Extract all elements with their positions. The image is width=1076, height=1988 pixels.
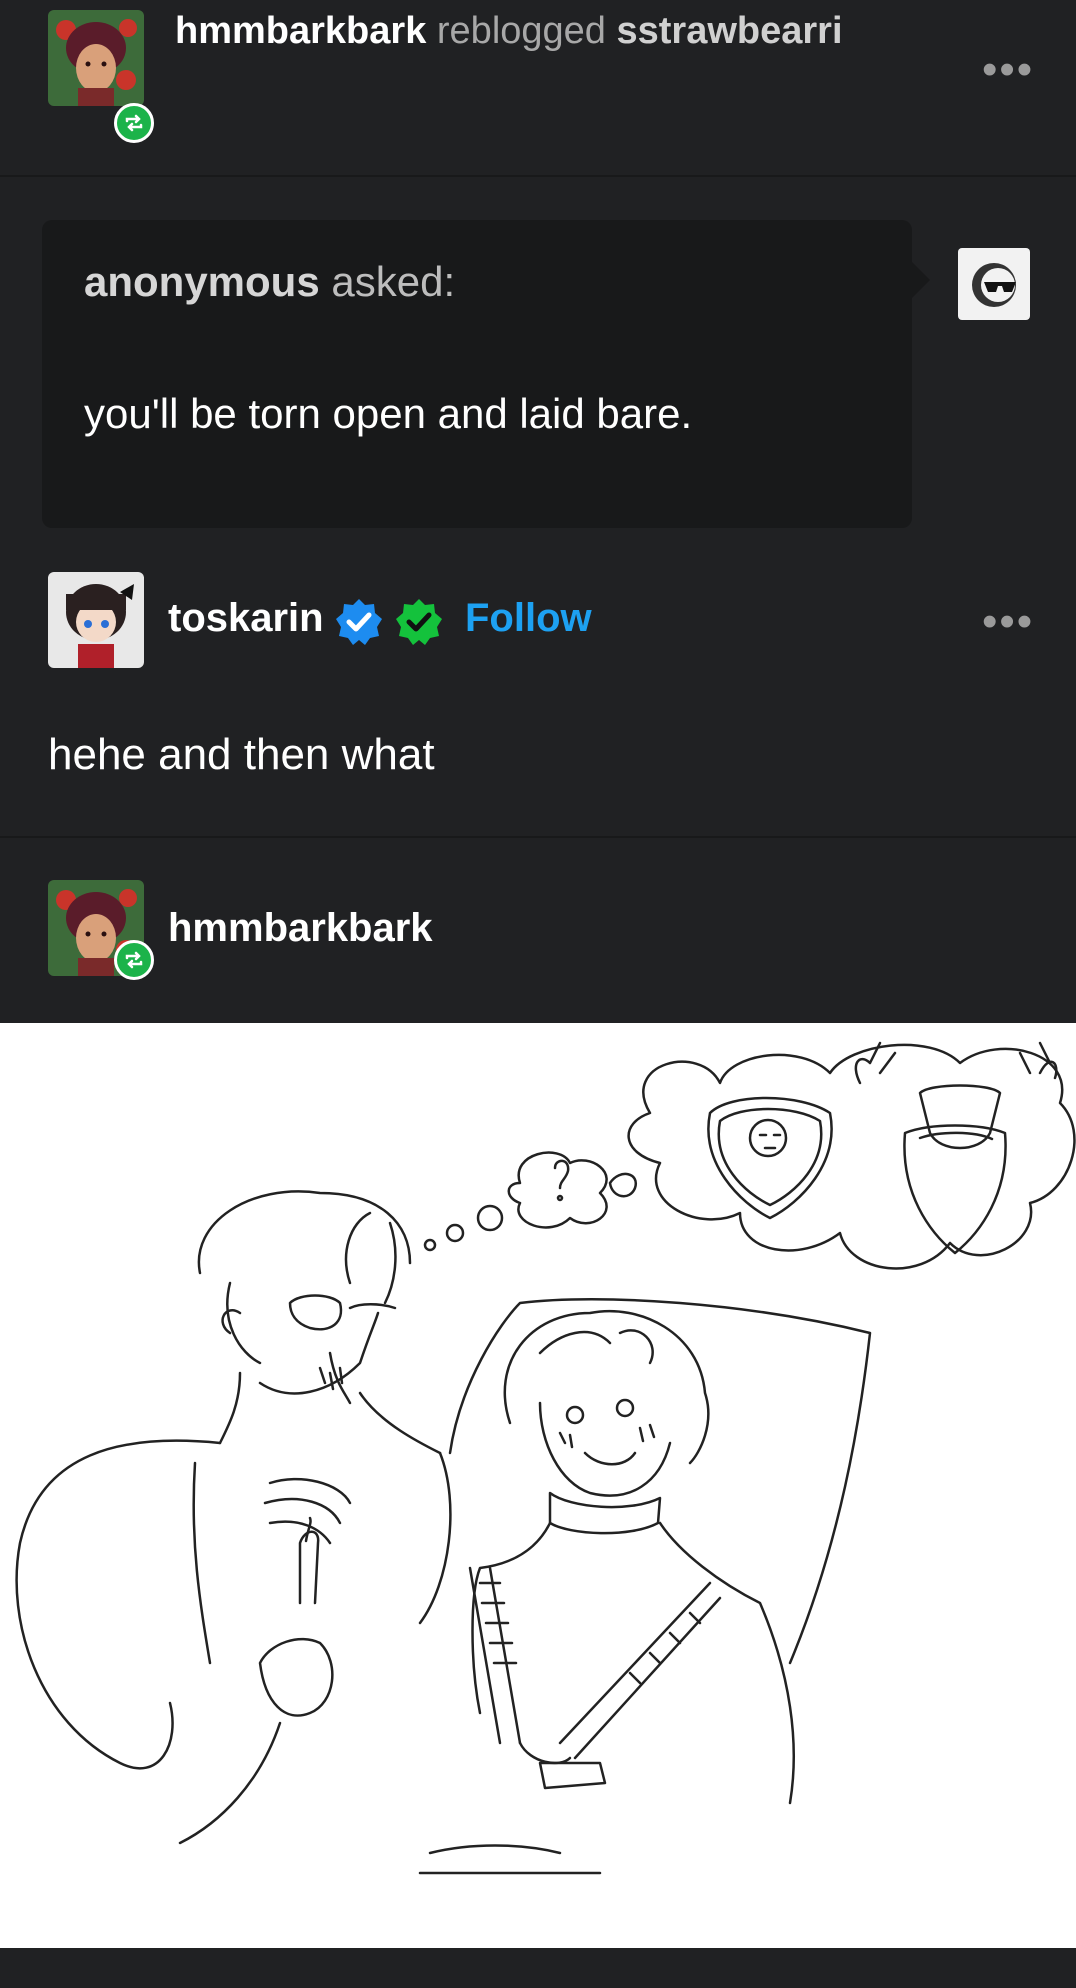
bottom-bar [0, 1948, 1076, 1988]
ask-header: anonymous asked: [84, 258, 455, 306]
divider [0, 836, 1076, 838]
reblog-username[interactable]: hmmbarkbark [168, 906, 433, 951]
sunglasses-icon [958, 248, 1030, 320]
avatar[interactable] [48, 572, 144, 668]
reblog-icon [114, 940, 154, 980]
verified-green-icon [394, 597, 444, 647]
reblogger-username[interactable]: hmmbarkbark [175, 10, 426, 52]
verified-blue-icon [334, 597, 384, 647]
answer-username[interactable]: toskarin [168, 596, 324, 641]
ask-question: you'll be torn open and laid bare. [84, 390, 693, 437]
reblogged-label: reblogged [436, 10, 606, 52]
post-body: hehe and then what [48, 730, 435, 779]
avatar[interactable] [48, 10, 144, 106]
more-icon[interactable]: ••• [982, 48, 1034, 92]
asked-label: asked: [331, 258, 456, 305]
follow-button[interactable]: Follow [465, 596, 592, 641]
asker-name: anonymous [84, 258, 320, 305]
more-icon[interactable]: ••• [982, 600, 1034, 644]
ask-bubble-tail [910, 260, 930, 300]
post-image[interactable] [0, 1023, 1076, 1948]
reblog-icon [114, 103, 154, 143]
reblog-attribution: hmmbarkbark reblogged sstrawbearri [175, 8, 843, 54]
source-username[interactable]: sstrawbearri [617, 10, 843, 52]
